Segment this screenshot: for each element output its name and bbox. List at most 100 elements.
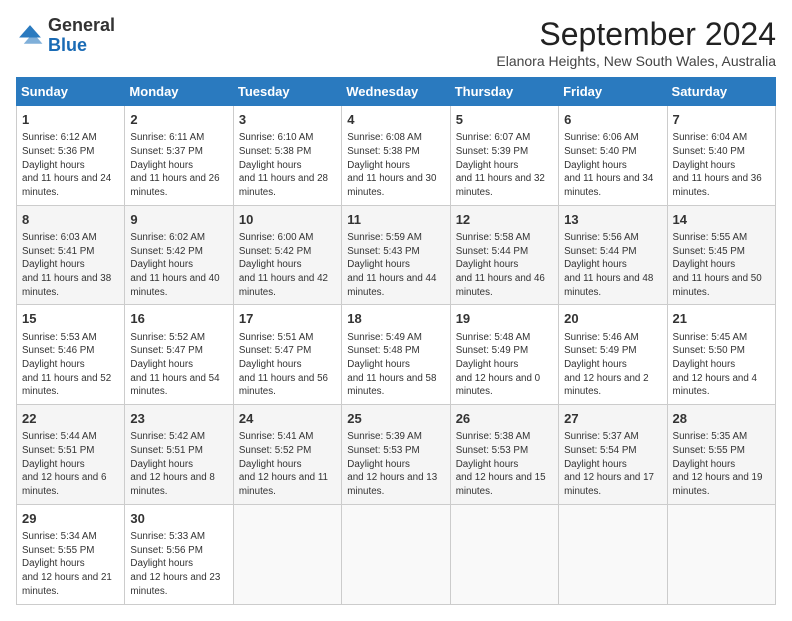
calendar-cell: 16 Sunrise: 5:52 AMSunset: 5:47 PMDayligh… [125,305,233,405]
day-number: 25 [347,410,444,428]
cell-content: Sunrise: 5:44 AMSunset: 5:51 PMDaylight … [22,430,119,499]
cell-content: Sunrise: 5:53 AMSunset: 5:46 PMDaylight … [22,331,119,400]
cell-content: Sunrise: 6:00 AMSunset: 5:42 PMDaylight … [239,231,336,300]
calendar-cell: 28 Sunrise: 5:35 AMSunset: 5:55 PMDayligh… [667,405,775,505]
day-number: 30 [130,510,227,528]
calendar-cell: 8 Sunrise: 6:03 AMSunset: 5:41 PMDaylight… [17,205,125,305]
day-number: 3 [239,111,336,129]
cell-content: Sunrise: 6:10 AMSunset: 5:38 PMDaylight … [239,131,336,200]
day-number: 20 [564,310,661,328]
calendar-cell: 30 Sunrise: 5:33 AMSunset: 5:56 PMDayligh… [125,504,233,604]
day-number: 13 [564,211,661,229]
calendar-cell: 29 Sunrise: 5:34 AMSunset: 5:55 PMDayligh… [17,504,125,604]
day-number: 28 [673,410,770,428]
cell-content: Sunrise: 5:33 AMSunset: 5:56 PMDaylight … [130,530,227,599]
calendar-table: SundayMondayTuesdayWednesdayThursdayFrid… [16,77,776,605]
calendar-cell: 12 Sunrise: 5:58 AMSunset: 5:44 PMDayligh… [450,205,558,305]
day-number: 17 [239,310,336,328]
day-number: 2 [130,111,227,129]
month-title: September 2024 [496,16,776,53]
calendar-cell: 9 Sunrise: 6:02 AMSunset: 5:42 PMDaylight… [125,205,233,305]
cell-content: Sunrise: 6:07 AMSunset: 5:39 PMDaylight … [456,131,553,200]
cell-content: Sunrise: 6:02 AMSunset: 5:42 PMDaylight … [130,231,227,300]
calendar-cell: 15 Sunrise: 5:53 AMSunset: 5:46 PMDayligh… [17,305,125,405]
calendar-cell: 2 Sunrise: 6:11 AMSunset: 5:37 PMDaylight… [125,106,233,206]
calendar-cell: 19Sunrise: 5:48 AMSunset: 5:49 PMDayligh… [450,305,558,405]
day-number: 27 [564,410,661,428]
calendar-cell: 4Sunrise: 6:08 AMSunset: 5:38 PMDaylight… [342,106,450,206]
calendar-cell [667,504,775,604]
day-number: 26 [456,410,553,428]
cell-content: Sunrise: 6:06 AMSunset: 5:40 PMDaylight … [564,131,661,200]
weekday-header-monday: Monday [125,78,233,106]
calendar-cell [342,504,450,604]
cell-content: Sunrise: 5:59 AMSunset: 5:43 PMDaylight … [347,231,444,300]
weekday-header-wednesday: Wednesday [342,78,450,106]
cell-content: Sunrise: 5:48 AMSunset: 5:49 PMDaylight … [456,331,553,400]
day-number: 22 [22,410,119,428]
calendar-cell: 27Sunrise: 5:37 AMSunset: 5:54 PMDayligh… [559,405,667,505]
calendar-cell: 11 Sunrise: 5:59 AMSunset: 5:43 PMDayligh… [342,205,450,305]
day-number: 23 [130,410,227,428]
day-number: 5 [456,111,553,129]
cell-content: Sunrise: 5:56 AMSunset: 5:44 PMDaylight … [564,231,661,300]
calendar-cell: 1 Sunrise: 6:12 AMSunset: 5:36 PMDaylight… [17,106,125,206]
cell-content: Sunrise: 5:39 AMSunset: 5:53 PMDaylight … [347,430,444,499]
day-number: 10 [239,211,336,229]
day-number: 15 [22,310,119,328]
day-number: 16 [130,310,227,328]
page-header: General Blue September 2024 Elanora Heig… [16,16,776,69]
day-number: 9 [130,211,227,229]
cell-content: Sunrise: 5:46 AMSunset: 5:49 PMDaylight … [564,331,661,400]
day-number: 8 [22,211,119,229]
calendar-cell: 23 Sunrise: 5:42 AMSunset: 5:51 PMDayligh… [125,405,233,505]
cell-content: Sunrise: 5:52 AMSunset: 5:47 PMDaylight … [130,331,227,400]
cell-content: Sunrise: 5:51 AMSunset: 5:47 PMDaylight … [239,331,336,400]
day-number: 24 [239,410,336,428]
cell-content: Sunrise: 5:35 AMSunset: 5:55 PMDaylight … [673,430,770,499]
calendar-cell: 3 Sunrise: 6:10 AMSunset: 5:38 PMDaylight… [233,106,341,206]
calendar-cell: 6 Sunrise: 6:06 AMSunset: 5:40 PMDaylight… [559,106,667,206]
weekday-header-thursday: Thursday [450,78,558,106]
calendar-cell: 5 Sunrise: 6:07 AMSunset: 5:39 PMDaylight… [450,106,558,206]
calendar-cell: 17 Sunrise: 5:51 AMSunset: 5:47 PMDayligh… [233,305,341,405]
cell-content: Sunrise: 6:11 AMSunset: 5:37 PMDaylight … [130,131,227,200]
day-number: 6 [564,111,661,129]
title-block: September 2024 Elanora Heights, New Sout… [496,16,776,69]
day-number: 12 [456,211,553,229]
logo: General Blue [16,16,115,56]
weekday-header-tuesday: Tuesday [233,78,341,106]
day-number: 7 [673,111,770,129]
cell-content: Sunrise: 5:34 AMSunset: 5:55 PMDaylight … [22,530,119,599]
calendar-cell: 25 Sunrise: 5:39 AMSunset: 5:53 PMDayligh… [342,405,450,505]
calendar-cell: 26Sunrise: 5:38 AMSunset: 5:53 PMDayligh… [450,405,558,505]
calendar-cell: 24 Sunrise: 5:41 AMSunset: 5:52 PMDayligh… [233,405,341,505]
day-number: 1 [22,111,119,129]
location-title: Elanora Heights, New South Wales, Austra… [496,53,776,69]
calendar-cell: 10 Sunrise: 6:00 AMSunset: 5:42 PMDayligh… [233,205,341,305]
calendar-cell [450,504,558,604]
cell-content: Sunrise: 5:42 AMSunset: 5:51 PMDaylight … [130,430,227,499]
cell-content: Sunrise: 5:41 AMSunset: 5:52 PMDaylight … [239,430,336,499]
cell-content: Sunrise: 5:49 AMSunset: 5:48 PMDaylight … [347,331,444,400]
cell-content: Sunrise: 6:03 AMSunset: 5:41 PMDaylight … [22,231,119,300]
cell-content: Sunrise: 5:45 AMSunset: 5:50 PMDaylight … [673,331,770,400]
weekday-header-sunday: Sunday [17,78,125,106]
cell-content: Sunrise: 6:04 AMSunset: 5:40 PMDaylight … [673,131,770,200]
day-number: 21 [673,310,770,328]
weekday-header-friday: Friday [559,78,667,106]
calendar-cell: 13 Sunrise: 5:56 AMSunset: 5:44 PMDayligh… [559,205,667,305]
day-number: 4 [347,111,444,129]
day-number: 18 [347,310,444,328]
calendar-cell: 14Sunrise: 5:55 AMSunset: 5:45 PMDayligh… [667,205,775,305]
day-number: 29 [22,510,119,528]
day-number: 11 [347,211,444,229]
cell-content: Sunrise: 5:58 AMSunset: 5:44 PMDaylight … [456,231,553,300]
cell-content: Sunrise: 6:12 AMSunset: 5:36 PMDaylight … [22,131,119,200]
calendar-cell [559,504,667,604]
calendar-cell: 18 Sunrise: 5:49 AMSunset: 5:48 PMDayligh… [342,305,450,405]
calendar-cell: 21 Sunrise: 5:45 AMSunset: 5:50 PMDayligh… [667,305,775,405]
day-number: 14 [673,211,770,229]
calendar-cell [233,504,341,604]
logo-text: General Blue [48,16,115,56]
